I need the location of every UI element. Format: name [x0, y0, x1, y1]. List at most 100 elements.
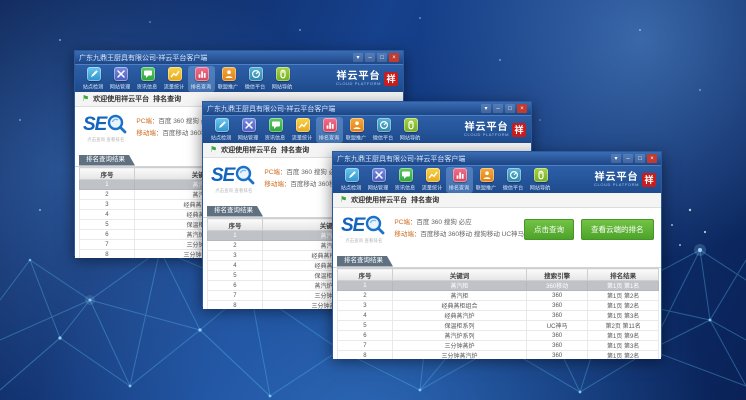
- window-titlebar[interactable]: 广东九鼎王厨具有限公司-祥云平台客户端 ▾ – □ ×: [333, 152, 661, 165]
- seo-logo-text: SE: [341, 216, 364, 235]
- toolbar-item-site-nav[interactable]: 网站导航: [397, 117, 424, 143]
- action-buttons: 点击查询 查看云端的排名: [524, 219, 654, 240]
- minimize-button[interactable]: –: [493, 104, 503, 113]
- toolbar-item-site-manage[interactable]: 网站管理: [107, 66, 134, 92]
- skin-button[interactable]: ▾: [481, 104, 491, 113]
- seo-tagline: 点击查询 查看排名: [215, 187, 252, 193]
- toolbar-item-site-nav[interactable]: 网站导航: [269, 66, 296, 92]
- seo-logo: SE 点击查询 查看排名: [83, 113, 128, 143]
- no-cell: 7: [208, 291, 263, 301]
- toolbar-item-site-manage[interactable]: 网站管理: [365, 167, 392, 193]
- toolbar-item-info[interactable]: 资讯信息: [262, 117, 289, 143]
- header-rank: 排名结果: [588, 269, 659, 281]
- toolbar-item-wechat-platform[interactable]: 微信平台: [500, 167, 527, 193]
- brand-name: 祥云平台: [337, 72, 381, 82]
- tab-rank-results[interactable]: 排名查询结果: [79, 155, 135, 166]
- message-icon: [399, 168, 413, 182]
- close-button[interactable]: ×: [517, 104, 527, 113]
- toolbar-item-traffic-stats[interactable]: 流量统计: [419, 167, 446, 193]
- flag-icon: ⚑: [210, 146, 217, 154]
- window-controls: ▾ – □ ×: [611, 154, 657, 163]
- toolbar: 站点检测 网站管理 资讯信息 流量统计 排名查询 联盟推广: [203, 115, 531, 143]
- table-row[interactable]: 2蒸汽柜360第1页 第2名: [338, 291, 659, 301]
- toolbar-item-info[interactable]: 资讯信息: [392, 167, 419, 193]
- query-button[interactable]: 点击查询: [524, 219, 574, 240]
- no-cell: 7: [338, 341, 393, 351]
- brand-name: 祥云平台: [465, 123, 509, 133]
- toolbar: 站点检测 网站管理 资讯信息 流量统计 排名查询 联盟推广: [333, 165, 661, 193]
- compass-icon: [377, 118, 391, 132]
- skin-button[interactable]: ▾: [353, 53, 363, 62]
- tab-rank-results[interactable]: 排名查询结果: [207, 206, 263, 217]
- toolbar-item-site-check[interactable]: 站点检测: [338, 167, 365, 193]
- view-cloud-rank-button[interactable]: 查看云端的排名: [581, 219, 654, 240]
- toolbar-item-alliance-promo[interactable]: 联盟推广: [343, 117, 370, 143]
- window-controls: ▾ – □ ×: [353, 53, 399, 62]
- toolbar-item-alliance-promo[interactable]: 联盟推广: [473, 167, 500, 193]
- breadcrumb-page: 排名查询: [153, 94, 181, 104]
- toolbar-item-site-nav[interactable]: 网站导航: [527, 167, 554, 193]
- line-chart-icon: [296, 118, 310, 132]
- user-icon: [350, 118, 364, 132]
- table-row[interactable]: 8三分钟蒸汽炉360第1页 第2名: [338, 351, 659, 360]
- keyword-cell: 蒸汽柜: [392, 281, 526, 291]
- toolbar-item-wechat-platform[interactable]: 微信平台: [370, 117, 397, 143]
- toolbar-item-wechat-platform[interactable]: 微信平台: [242, 66, 269, 92]
- no-cell: 3: [208, 251, 263, 261]
- close-button[interactable]: ×: [647, 154, 657, 163]
- toolbar-item-alliance-promo[interactable]: 联盟推广: [215, 66, 242, 92]
- mobile-label: 移动端：: [394, 231, 420, 238]
- toolbar-item-info[interactable]: 资讯信息: [134, 66, 161, 92]
- keyword-cell: 保温柜系列: [392, 321, 526, 331]
- minimize-button[interactable]: –: [365, 53, 375, 62]
- toolbar-item-site-manage[interactable]: 网站管理: [235, 117, 262, 143]
- maximize-button[interactable]: □: [635, 154, 645, 163]
- table-row[interactable]: 6蒸汽炉系列360第1页 第9名: [338, 331, 659, 341]
- brand-seal: 祥: [512, 123, 526, 137]
- toolbar-item-site-check[interactable]: 站点检测: [80, 66, 107, 92]
- table-row[interactable]: 7三分钟蒸炉360第1页 第3名: [338, 341, 659, 351]
- bar-chart-icon: [195, 67, 209, 81]
- close-button[interactable]: ×: [389, 53, 399, 62]
- line-chart-icon: [168, 67, 182, 81]
- toolbar-item-traffic-stats[interactable]: 流量统计: [289, 117, 316, 143]
- toolbar-item-traffic-stats[interactable]: 流量统计: [161, 66, 188, 92]
- brand-name: 祥云平台: [595, 173, 639, 183]
- header-engine: 搜索引擎: [527, 269, 588, 281]
- breadcrumb-page: 排名查询: [411, 195, 439, 205]
- window-content: SE 点击查询 查看排名 PC端：百度 360 搜狗 必应 移动端：百度移动 3…: [333, 208, 661, 359]
- table-header-row: 序号 关键词 搜索引擎 排名结果: [338, 269, 659, 281]
- toolbar-item-site-check[interactable]: 站点检测: [208, 117, 235, 143]
- pc-label: PC端：: [394, 219, 416, 226]
- toolbar-item-rank-query[interactable]: 排名查询: [188, 66, 215, 92]
- table-row[interactable]: 5保温柜系列UC神马第2页 第11名: [338, 321, 659, 331]
- rank-table: 序号 关键词 搜索引擎 排名结果 1蒸汽柜360移动第1页 第1名2蒸汽柜360…: [337, 268, 659, 359]
- tab-rank-results[interactable]: 排名查询结果: [337, 256, 393, 267]
- keyword-cell: 经典蒸汽炉: [392, 311, 526, 321]
- engine-info: PC端：百度 360 搜狗 必应 移动端：百度移动 360移动 搜狗移动 UC神…: [394, 217, 524, 240]
- window-titlebar[interactable]: 广东九鼎王厨具有限公司-祥云平台客户端 ▾ – □ ×: [203, 102, 531, 115]
- skin-button[interactable]: ▾: [611, 154, 621, 163]
- maximize-button[interactable]: □: [377, 53, 387, 62]
- breadcrumb-welcome: 欢迎使用祥云平台: [93, 94, 149, 104]
- window-controls: ▾ – □ ×: [481, 104, 527, 113]
- maximize-button[interactable]: □: [505, 104, 515, 113]
- table-row[interactable]: 4经典蒸汽炉360第1页 第3名: [338, 311, 659, 321]
- toolbar: 站点检测 网站管理 资讯信息 流量统计 排名查询 联盟推广: [75, 64, 403, 92]
- toolbar-item-rank-query[interactable]: 排名查询: [316, 117, 343, 143]
- window-titlebar[interactable]: 广东九鼎王厨具有限公司-祥云平台客户端 ▾ – □ ×: [75, 51, 403, 64]
- rank-cell: 第1页 第9名: [588, 331, 659, 341]
- no-cell: 3: [80, 200, 135, 210]
- toolbar-item-rank-query[interactable]: 排名查询: [446, 167, 473, 193]
- mouse-icon: [404, 118, 418, 132]
- mouse-icon: [534, 168, 548, 182]
- minimize-button[interactable]: –: [623, 154, 633, 163]
- engine-cell: UC神马: [527, 321, 588, 331]
- seo-tagline: 点击查询 查看排名: [87, 136, 124, 142]
- seo-logo-text: SE: [211, 166, 234, 185]
- compass-icon: [249, 67, 263, 81]
- table-row[interactable]: 1蒸汽柜360移动第1页 第1名: [338, 281, 659, 291]
- seo-logo: SE 点击查询 查看排名: [211, 164, 256, 194]
- no-cell: 6: [208, 281, 263, 291]
- table-row[interactable]: 3经典蒸柜组合360第1页 第2名: [338, 301, 659, 311]
